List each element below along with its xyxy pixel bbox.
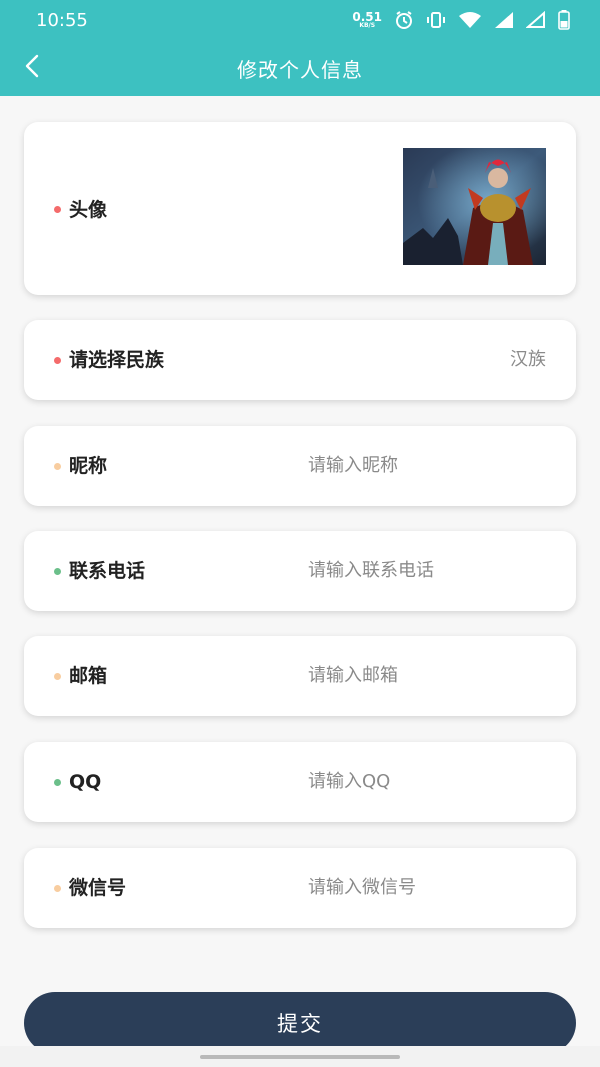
email-row: 邮箱: [24, 636, 576, 716]
network-speed: 0.51 KB/S: [352, 11, 382, 29]
nickname-row: 昵称: [24, 426, 576, 506]
signal-icon: [494, 11, 514, 29]
title-bar: 修改个人信息: [0, 40, 600, 96]
optional-dot: [54, 885, 61, 892]
qq-row: QQ: [24, 742, 576, 822]
status-bar: 10:55 0.51 KB/S: [0, 0, 600, 40]
wechat-label: 微信号: [69, 877, 127, 899]
phone-input[interactable]: [308, 559, 548, 583]
vibrate-icon: [426, 10, 446, 30]
alarm-icon: [394, 10, 414, 30]
status-icons: 0.51 KB/S: [352, 10, 570, 30]
status-dot: [54, 568, 61, 575]
battery-icon: [558, 10, 570, 30]
avatar-image[interactable]: [403, 148, 546, 265]
status-dot: [54, 779, 61, 786]
phone-row: 联系电话: [24, 531, 576, 611]
nickname-input[interactable]: [308, 454, 548, 478]
avatar-row[interactable]: 头像: [24, 122, 576, 295]
wifi-icon: [458, 11, 482, 29]
wechat-row: 微信号: [24, 848, 576, 928]
navigation-bar: [0, 1046, 600, 1067]
optional-dot: [54, 463, 61, 470]
ethnicity-row[interactable]: 请选择民族 汉族: [24, 320, 576, 400]
email-input[interactable]: [308, 664, 548, 688]
ethnicity-value[interactable]: 汉族: [510, 348, 546, 372]
avatar-label: 头像: [69, 199, 108, 221]
submit-button[interactable]: 提交: [24, 992, 576, 1054]
network-speed-unit: KB/S: [359, 22, 376, 29]
optional-dot: [54, 673, 61, 680]
required-dot: [54, 206, 61, 213]
wechat-input[interactable]: [308, 876, 548, 900]
required-dot: [54, 357, 61, 364]
nickname-label: 昵称: [69, 455, 108, 477]
signal-empty-icon: [526, 11, 546, 29]
qq-input[interactable]: [308, 770, 548, 794]
phone-label: 联系电话: [69, 560, 146, 582]
page-title: 修改个人信息: [237, 58, 363, 82]
submit-label: 提交: [277, 1012, 323, 1036]
email-label: 邮箱: [69, 665, 108, 687]
status-time: 10:55: [36, 10, 88, 31]
home-indicator[interactable]: [200, 1055, 400, 1059]
ethnicity-label: 请选择民族: [69, 349, 165, 371]
qq-label: QQ: [69, 771, 102, 793]
